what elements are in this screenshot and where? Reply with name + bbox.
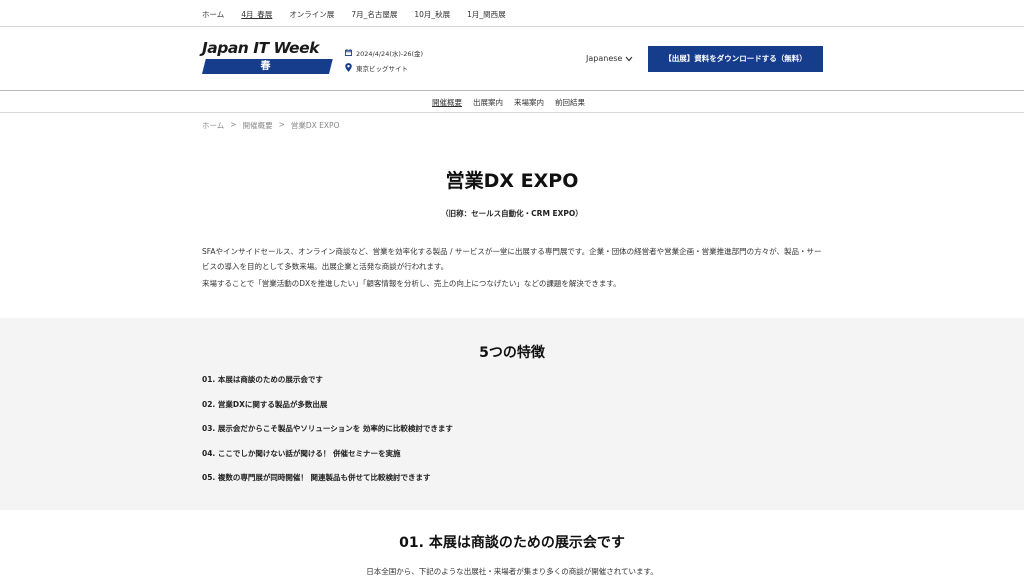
language-label: Japanese bbox=[586, 54, 623, 63]
feature-item[interactable]: 03. 展示会だからこそ製品やソリューションを 効率的に比較検討できます bbox=[202, 423, 453, 448]
feature-item[interactable]: 04. ここでしか聞けない話が聞ける！ 併催セミナーを実施 bbox=[202, 448, 453, 473]
features-title: 5つの特徴 bbox=[479, 345, 545, 361]
calendar-icon bbox=[345, 49, 352, 56]
intro-text: SFAやインサイドセールス、オンライン商談など、営業を効率化する製品 / サービ… bbox=[202, 244, 822, 293]
page-title: 営業DX EXPO bbox=[445, 170, 579, 192]
top-nav-nagoya[interactable]: 7月_名古屋展 bbox=[351, 9, 397, 20]
sub-nav-previous-results[interactable]: 前回結果 bbox=[555, 97, 585, 108]
site-header: Japan IT Week 春 bbox=[0, 27, 1024, 91]
sub-nav: 開催概要 出展案内 来場案内 前回結果 bbox=[0, 92, 1024, 113]
intro-paragraph: SFAやインサイドセールス、オンライン商談など、営業を効率化する製品 / サービ… bbox=[202, 247, 822, 271]
top-nav-spring[interactable]: 4月_春展 bbox=[241, 9, 272, 20]
event-info: 2024/4/24(水)-26(金) 東京ビッグサイト bbox=[345, 47, 423, 77]
chevron-down-icon bbox=[625, 56, 633, 61]
language-selector[interactable]: Japanese bbox=[586, 54, 633, 63]
feature-item[interactable]: 01. 本展は商談のための展示会です bbox=[202, 374, 453, 399]
logo-text: Japan IT Week bbox=[202, 39, 319, 57]
japan-it-week-logo[interactable]: Japan IT Week 春 bbox=[202, 39, 333, 76]
sub-nav-visit-info[interactable]: 来場案内 bbox=[514, 97, 544, 108]
page-subtitle: （旧称：セールス自動化・CRM EXPO） bbox=[441, 209, 583, 218]
breadcrumb-home[interactable]: ホーム bbox=[202, 120, 224, 131]
section-text: 日本全国から、下記のような出展社・来場者が集まり多くの商談が開催されています。 bbox=[366, 567, 658, 576]
feature-item[interactable]: 02. 営業DXに関する製品が多数出展 bbox=[202, 399, 453, 424]
breadcrumb-current: 営業DX EXPO bbox=[290, 121, 340, 130]
intro-paragraph: 来場することで「営業活動のDXを推進したい」「顧客情報を分析し、売上の向上につな… bbox=[202, 279, 621, 288]
breadcrumb: ホーム > 開催概要 > 営業DX EXPO bbox=[202, 120, 339, 131]
section-title: 01. 本展は商談のための展示会です bbox=[399, 535, 625, 551]
logo-season: 春 bbox=[260, 61, 271, 72]
top-nav-online[interactable]: オンライン展 bbox=[289, 9, 334, 20]
top-nav-home[interactable]: ホーム bbox=[202, 9, 224, 20]
download-materials-button[interactable]: 【出展】資料をダウンロードする（無料） bbox=[648, 46, 823, 72]
sub-nav-exhibit-info[interactable]: 出展案内 bbox=[473, 97, 503, 108]
sub-nav-overview[interactable]: 開催概要 bbox=[432, 97, 462, 108]
features-section: 5つの特徴 01. 本展は商談のための展示会です 02. 営業DXに関する製品が… bbox=[0, 318, 1024, 510]
event-dates: 2024/4/24(水)-26(金) bbox=[356, 49, 424, 58]
venue: 東京ビッグサイト bbox=[356, 64, 408, 73]
feature-item[interactable]: 05. 複数の専門展が同時開催！ 関連製品も併せて比較検討できます bbox=[202, 472, 453, 497]
breadcrumb-separator: > bbox=[230, 120, 237, 129]
top-nav-kansai[interactable]: 1月_関西展 bbox=[467, 9, 506, 20]
breadcrumb-separator: > bbox=[278, 120, 285, 129]
top-nav: ホーム 4月_春展 オンライン展 7月_名古屋展 10月_秋展 1月_関西展 bbox=[0, 0, 1024, 27]
location-pin-icon bbox=[345, 63, 352, 72]
breadcrumb-overview[interactable]: 開催概要 bbox=[243, 120, 273, 131]
features-list: 01. 本展は商談のための展示会です 02. 営業DXに関する製品が多数出展 0… bbox=[202, 374, 453, 497]
top-nav-autumn[interactable]: 10月_秋展 bbox=[414, 9, 450, 20]
